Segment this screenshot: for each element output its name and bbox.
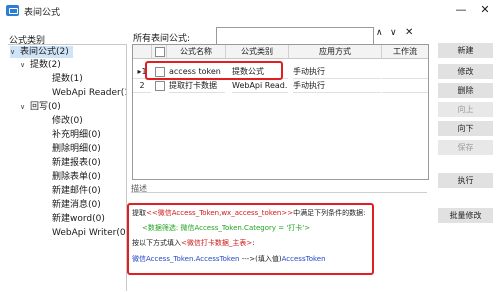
description-panel: 提取<<微信Access_Token,wx_access_token>>中满足下… (127, 203, 374, 275)
batch-edit-button[interactable]: 批量修改 (438, 208, 493, 223)
tree-item-delete-detail[interactable]: 删除明细(0) (52, 143, 101, 155)
tree-item-webapi-reader[interactable]: WebApi Reader(1 (52, 87, 126, 99)
window-title: 表间公式 (24, 8, 61, 18)
category-tree[interactable]: ∨ 表间公式(2) ∨ 提数(2) 提数(1) WebApi Reader(1 ∨ 回… (8, 44, 127, 291)
description-line: 提取<<微信Access_Token,wx_access_token>>中满足下… (132, 209, 366, 217)
highlight-box (145, 61, 283, 80)
select-all-checkbox[interactable] (155, 47, 165, 57)
tree-item-all[interactable]: ∨ 表间公式(2) (10, 46, 73, 58)
tree-item-new-word[interactable]: 新建word(0) (52, 213, 105, 225)
move-down-button[interactable]: 向下 (438, 121, 493, 136)
description-line: 微信Access_Token.AccessToken --->(填入值)Acce… (132, 255, 326, 263)
find-next-icon[interactable]: ∨ (390, 28, 397, 38)
row-workflow (382, 79, 428, 93)
tree-item-new-mail[interactable]: 新建邮件(0) (52, 185, 101, 197)
tree-item-delete-form[interactable]: 删除表单(0) (52, 171, 101, 183)
row-apply: 手动执行 (293, 79, 381, 93)
table-row[interactable]: 2 (133, 79, 151, 93)
title-bar (0, 0, 499, 22)
tree-item-writeback[interactable]: ∨ 回写(0) (20, 101, 61, 113)
tree-item-new-report[interactable]: 新建报表(0) (52, 157, 101, 169)
row-name: 提取打卡数据 (169, 79, 225, 93)
chevron-down-icon[interactable]: ∨ (20, 59, 30, 71)
tree-item-webapi-writer[interactable]: WebApi Writer(0) (52, 227, 126, 239)
tree-item-new-message[interactable]: 新建消息(0) (52, 199, 101, 211)
row-checkbox[interactable] (155, 81, 165, 91)
tree-item-fetch[interactable]: ∨ 提数(2) (20, 59, 61, 71)
minimize-button[interactable]: — (454, 3, 468, 17)
close-button[interactable]: ✕ (478, 3, 492, 17)
row-workflow (382, 65, 428, 79)
find-prev-icon[interactable]: ∧ (376, 28, 383, 38)
clear-search-icon[interactable]: ✕ (405, 27, 413, 38)
delete-button[interactable]: 删除 (438, 83, 493, 98)
app-icon (6, 5, 19, 16)
header-workflow[interactable]: 工作流 (382, 45, 428, 59)
header-name[interactable]: 公式名称 (167, 45, 226, 59)
tree-item-add-detail[interactable]: 补充明细(0) (52, 129, 101, 141)
divider (131, 192, 427, 193)
tree-item-fetch-1[interactable]: 提数(1) (52, 73, 83, 85)
description-line: <数据筛选: 微信Access_Token.Category = '打卡'> (142, 224, 311, 232)
move-up-button[interactable]: 向上 (438, 102, 493, 117)
edit-button[interactable]: 修改 (438, 64, 493, 79)
chevron-down-icon[interactable]: ∨ (10, 46, 20, 58)
header-marker (133, 45, 152, 59)
chevron-down-icon[interactable]: ∨ (20, 101, 30, 113)
save-button[interactable]: 保存 (438, 140, 493, 155)
run-button[interactable]: 执行 (438, 173, 493, 188)
header-check[interactable] (152, 45, 167, 59)
header-category[interactable]: 公式类别 (226, 45, 289, 59)
header-apply[interactable]: 应用方式 (289, 45, 382, 59)
all-formulas-label: 所有表间公式: (133, 34, 191, 44)
row-apply: 手动执行 (293, 65, 381, 79)
new-button[interactable]: 新建 (438, 43, 493, 58)
tree-item-modify[interactable]: 修改(0) (52, 115, 83, 127)
description-line: 按以下方式填入<微信打卡数据_主表>: (132, 239, 255, 247)
row-category: WebApi Read... (232, 79, 288, 93)
